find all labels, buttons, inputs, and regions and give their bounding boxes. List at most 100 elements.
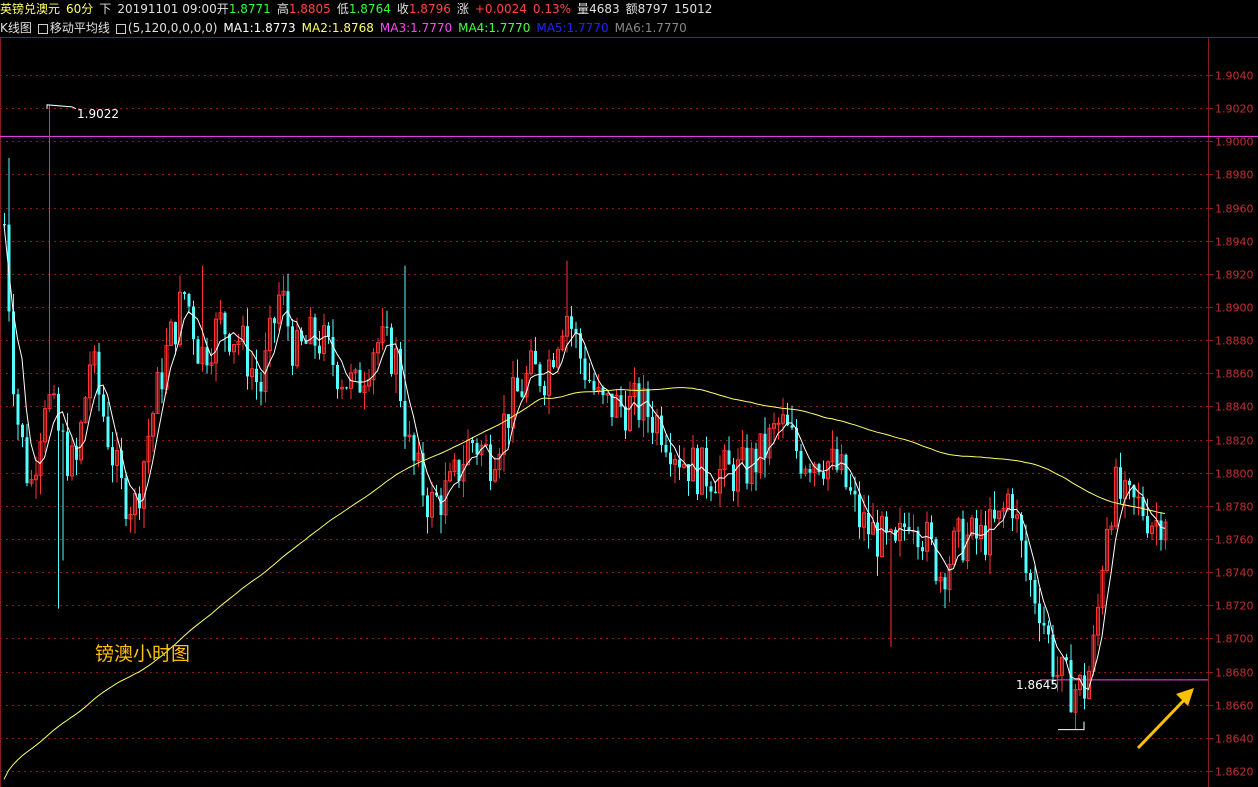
candle-body <box>975 518 978 539</box>
candle-body <box>790 425 794 428</box>
candle-body <box>1051 634 1055 677</box>
candle-body <box>1029 572 1032 580</box>
y-tick-label: 1.8680 <box>1215 667 1254 680</box>
candle-body <box>259 381 263 392</box>
candle-body <box>799 451 803 474</box>
candle-body <box>903 523 906 528</box>
y-tick-label: 1.9020 <box>1215 103 1254 116</box>
y-tick-label: 1.8980 <box>1215 169 1254 182</box>
y-tick-label: 1.8740 <box>1215 567 1254 580</box>
candle-body <box>1119 467 1122 499</box>
y-tick-label: 1.8760 <box>1215 534 1254 547</box>
candle-body <box>16 394 20 425</box>
candle-body <box>57 393 60 431</box>
candle-body <box>12 311 15 395</box>
candle-body <box>678 459 681 468</box>
grid <box>0 38 1209 787</box>
candle-body <box>669 452 672 465</box>
candle-body <box>426 495 429 518</box>
candle-body <box>624 406 627 431</box>
candlestick-chart[interactable]: 1.9040 1.9020 1.9000 1.8980 1.8960 1.8940 1.89… <box>0 0 1258 787</box>
y-tick-label: 1.8900 <box>1215 302 1254 315</box>
arrow-shaft <box>1136 694 1190 750</box>
candle-body <box>849 487 852 491</box>
candle-body <box>776 422 781 425</box>
candle-body <box>853 490 857 495</box>
candle-body <box>867 512 870 535</box>
candle-body <box>727 450 731 465</box>
candle-body <box>336 364 339 389</box>
candle-body <box>858 494 861 528</box>
candle-body <box>1069 660 1073 713</box>
candle-body <box>844 454 848 488</box>
candle-body <box>993 509 996 519</box>
annotations: 镑澳小时图 1.9022 1.8645 <box>46 104 1194 750</box>
chart-annotation: 镑澳小时图 <box>95 643 190 665</box>
y-tick-label: 1.8920 <box>1215 269 1254 282</box>
candle-body <box>1128 480 1131 486</box>
ma2-line <box>3 387 1166 780</box>
candle-body <box>66 431 69 476</box>
candle-body <box>934 539 938 581</box>
candle-body <box>885 516 888 532</box>
candle-body <box>507 414 510 428</box>
candle-body <box>943 577 947 590</box>
y-tick-label: 1.8620 <box>1215 766 1254 779</box>
candle-body <box>705 447 708 487</box>
candle-body <box>174 322 177 345</box>
candle-body <box>403 400 407 437</box>
candle-body <box>273 318 276 324</box>
candles <box>3 104 1168 730</box>
candle-body <box>1159 520 1163 540</box>
candle-body <box>471 440 474 444</box>
candle-body <box>390 327 393 374</box>
y-tick-label: 1.8880 <box>1215 335 1254 348</box>
candle-body <box>1146 516 1149 534</box>
candle-body <box>102 394 105 417</box>
candle-body <box>1042 623 1046 626</box>
candle-body <box>183 292 186 295</box>
candle-body <box>124 478 128 520</box>
y-tick-label: 1.8960 <box>1215 203 1254 216</box>
arrow-head-icon <box>1176 688 1194 706</box>
candle-body <box>745 447 749 484</box>
candle-body <box>313 317 317 346</box>
candle-body <box>651 416 654 433</box>
candle-body <box>930 522 933 540</box>
candle-body <box>327 325 330 337</box>
candle-body <box>1011 494 1014 519</box>
y-tick-label: 1.8660 <box>1215 700 1254 713</box>
y-tick-label: 1.8640 <box>1215 733 1254 746</box>
candle-body <box>1033 579 1037 604</box>
candle-body <box>516 377 519 392</box>
low-marker <box>1058 721 1085 731</box>
candle-body <box>255 368 258 382</box>
candle-body <box>534 350 537 365</box>
candle-body <box>61 430 65 432</box>
candle-body <box>345 387 348 389</box>
candle-body <box>358 369 362 393</box>
candle-body <box>714 491 717 493</box>
candle-body <box>439 495 443 515</box>
candle-body <box>583 358 587 381</box>
y-tick-label: 1.8780 <box>1215 501 1254 514</box>
candle-body <box>106 416 110 448</box>
y-tick-label: 1.8840 <box>1215 401 1254 414</box>
candle-body <box>1038 603 1041 624</box>
y-tick-label: 1.8820 <box>1215 435 1254 448</box>
candle-body <box>637 383 641 420</box>
price-axis: 1.9040 1.9020 1.9000 1.8980 1.8960 1.8940 1.89… <box>1208 70 1254 779</box>
candle-body <box>538 364 542 386</box>
candle-body <box>664 444 668 453</box>
candle-body <box>732 464 735 492</box>
candle-body <box>111 447 114 466</box>
y-tick-label: 1.9000 <box>1215 136 1254 149</box>
candle-body <box>552 360 555 368</box>
candle-body <box>318 345 321 354</box>
candle-body <box>286 291 290 327</box>
candle-body <box>52 393 56 396</box>
y-tick-label: 1.8720 <box>1215 600 1254 613</box>
candle-body <box>196 339 200 364</box>
candle-body <box>1047 625 1050 635</box>
y-tick-label: 1.9040 <box>1215 70 1254 83</box>
